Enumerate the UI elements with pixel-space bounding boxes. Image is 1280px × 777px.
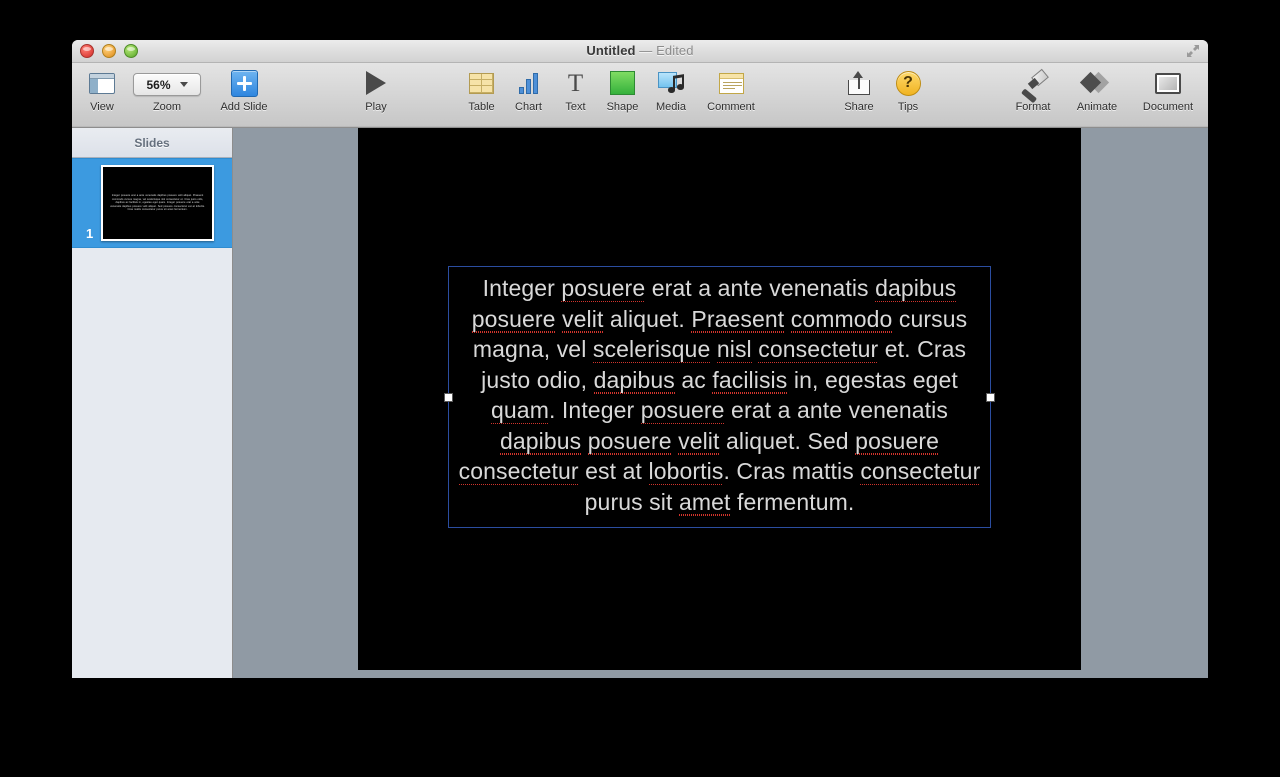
plus-icon — [230, 69, 258, 97]
comment-button[interactable]: Comment — [696, 63, 766, 113]
edited-status: Edited — [656, 43, 694, 58]
slide-canvas-area[interactable]: Integer posuere erat a ante venenatis da… — [233, 128, 1208, 678]
format-button[interactable]: Format — [1002, 63, 1064, 113]
table-label: Table — [468, 101, 495, 113]
window-content: Slides 1 Integer posuere erat a ante ven… — [72, 128, 1208, 678]
paintbrush-icon — [1020, 68, 1049, 103]
slide-list-item-1[interactable]: 1 Integer posuere erat a ante venenatis … — [72, 158, 232, 248]
slide-thumbnail: Integer posuere erat a ante venenatis da… — [103, 167, 212, 239]
bar-chart-icon — [519, 69, 538, 97]
desktop-background: Untitled — Edited View 56% Zoom Add Slid… — [0, 0, 1280, 777]
slide-number: 1 — [86, 226, 94, 241]
zoom-value: 56% — [146, 77, 171, 92]
tips-label: Tips — [897, 101, 919, 113]
chart-button[interactable]: Chart — [505, 63, 552, 113]
slide-navigator-sidebar: Slides 1 Integer posuere erat a ante ven… — [72, 128, 233, 678]
text-button[interactable]: T Text — [552, 63, 599, 114]
shape-button[interactable]: Shape — [599, 63, 646, 113]
share-upload-icon — [848, 69, 870, 97]
play-label: Play — [365, 101, 387, 113]
shape-label: Shape — [606, 101, 639, 113]
text-glyph: T — [567, 69, 584, 97]
table-grid-icon — [469, 69, 494, 97]
slide-thumbnail-frame: Integer posuere erat a ante venenatis da… — [101, 165, 214, 241]
animate-label: Animate — [1076, 101, 1118, 113]
traffic-light-buttons — [80, 44, 138, 58]
zoom-popup-button[interactable]: 56% — [133, 73, 201, 96]
view-label: View — [90, 101, 114, 113]
table-button[interactable]: Table — [458, 63, 505, 113]
slide-list: 1 Integer posuere erat a ante venenatis … — [72, 158, 232, 678]
chevron-down-icon — [179, 82, 188, 87]
zoom-control[interactable]: 56% Zoom — [130, 63, 204, 113]
toolbar-group-left: View 56% Zoom Add Slide — [74, 63, 284, 127]
add-slide-button[interactable]: Add Slide — [204, 63, 284, 113]
view-panel-icon — [89, 69, 115, 97]
comment-note-icon — [718, 69, 744, 97]
media-button[interactable]: Media — [646, 63, 696, 113]
maximize-button[interactable] — [124, 44, 138, 58]
window-title: Untitled — Edited — [72, 40, 1208, 62]
resize-handle-middle-left[interactable] — [444, 392, 453, 402]
zoom-label: Zoom — [152, 101, 182, 113]
title-separator: — — [639, 43, 653, 58]
text-t-icon: T — [568, 69, 583, 97]
photo-music-note-icon — [657, 69, 685, 97]
window-titlebar: Untitled — Edited — [72, 40, 1208, 63]
minimize-button[interactable] — [102, 44, 116, 58]
play-triangle-icon — [366, 69, 386, 97]
toolbar-group-play: Play — [348, 63, 404, 127]
toolbar-group-inspector: Format Animate Document — [1002, 63, 1206, 127]
double-diamond-icon — [1079, 69, 1112, 97]
tips-button[interactable]: ? Tips — [884, 63, 932, 113]
tips-glyph: ? — [895, 70, 921, 96]
resize-handle-middle-right[interactable] — [986, 392, 995, 402]
document-title: Untitled — [586, 43, 636, 58]
close-button[interactable] — [80, 44, 94, 58]
main-toolbar: View 56% Zoom Add Slide Play Table Chart… — [72, 63, 1208, 128]
selected-text-box[interactable]: Integer posuere erat a ante venenatis da… — [444, 266, 995, 528]
slide-body-text[interactable]: Integer posuere erat a ante venenatis da… — [449, 267, 990, 517]
share-label: Share — [844, 101, 874, 113]
toolbar-group-insert: Table Chart T Text Shape Media Comment — [458, 63, 766, 127]
question-mark-icon: ? — [895, 69, 921, 97]
media-label: Media — [656, 101, 686, 113]
view-button[interactable]: View — [74, 63, 130, 113]
chart-label: Chart — [515, 101, 542, 113]
animate-button[interactable]: Animate — [1064, 63, 1130, 113]
slide-canvas[interactable]: Integer posuere erat a ante venenatis da… — [358, 128, 1081, 670]
document-label: Document — [1142, 101, 1194, 113]
play-button[interactable]: Play — [348, 63, 404, 113]
fullscreen-expand-icon[interactable] — [1186, 44, 1200, 58]
add-slide-label: Add Slide — [220, 101, 268, 113]
toolbar-group-share: Share ? Tips — [834, 63, 932, 127]
share-button[interactable]: Share — [834, 63, 884, 113]
text-label: Text — [565, 101, 586, 113]
sidebar-header: Slides — [72, 128, 232, 158]
document-frame-icon — [1155, 69, 1181, 97]
comment-label: Comment — [707, 101, 755, 113]
document-button[interactable]: Document — [1130, 63, 1206, 113]
keynote-window: Untitled — Edited View 56% Zoom Add Slid… — [72, 40, 1208, 678]
green-square-icon — [610, 69, 635, 97]
slide-thumbnail-text: Integer posuere erat a ante venenatis da… — [110, 194, 205, 212]
